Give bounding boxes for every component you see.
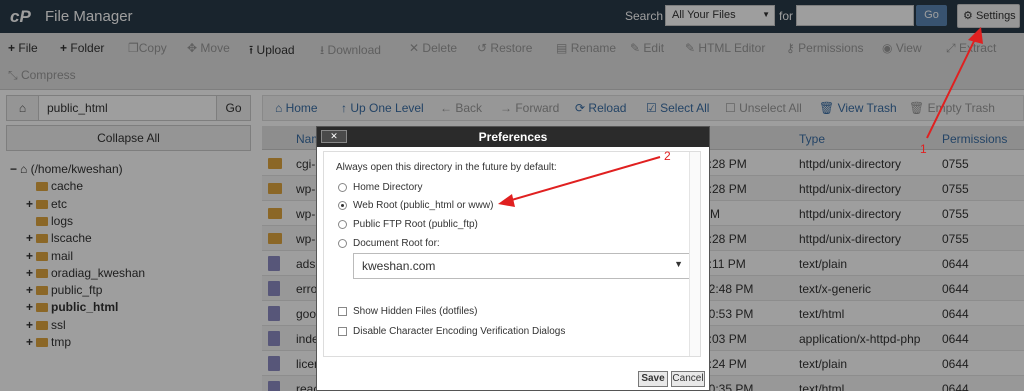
arrow-to-settings	[926, 32, 979, 139]
arrowhead-settings	[968, 27, 983, 44]
annotation-number-2: 2	[664, 149, 671, 163]
annotation-number-1: 1	[920, 142, 927, 156]
arrow-to-web-root	[507, 156, 661, 202]
arrowhead-web-root	[498, 194, 515, 207]
file-manager-app: cP File Manager Search All Your Files ▼ …	[0, 0, 1024, 391]
annotation-arrows	[498, 27, 983, 207]
